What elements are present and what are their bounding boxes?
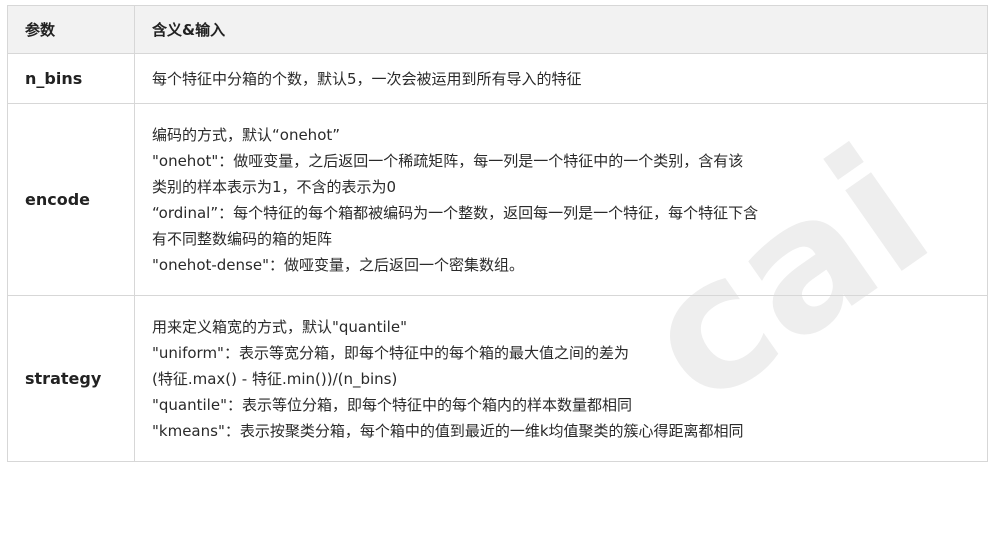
header-meaning: 含义&输入 xyxy=(134,5,988,54)
param-description: 编码的方式，默认“onehot” "onehot"：做哑变量，之后返回一个稀疏矩… xyxy=(134,103,988,296)
header-param: 参数 xyxy=(7,5,135,54)
table-row: encode 编码的方式，默认“onehot” "onehot"：做哑变量，之后… xyxy=(7,103,988,296)
param-name: n_bins xyxy=(7,53,135,104)
table-header-row: 参数 含义&输入 xyxy=(7,5,988,54)
description-line: 每个特征中分箱的个数，默认5，一次会被运用到所有导入的特征 xyxy=(152,69,582,88)
description-line: 有不同整数编码的箱的矩阵 xyxy=(152,229,333,248)
param-name: strategy xyxy=(7,295,135,462)
description-line: “ordinal”：每个特征的每个箱都被编码为一个整数，返回每一列是一个特征，每… xyxy=(152,203,759,222)
param-description: 用来定义箱宽的方式，默认"quantile" "uniform"：表示等宽分箱，… xyxy=(134,295,988,462)
param-name: encode xyxy=(7,103,135,296)
table-row: n_bins 每个特征中分箱的个数，默认5，一次会被运用到所有导入的特征 xyxy=(7,53,988,104)
description-line: "quantile"：表示等位分箱，即每个特征中的每个箱内的样本数量都相同 xyxy=(152,395,632,414)
description-line: "onehot"：做哑变量，之后返回一个稀疏矩阵，每一列是一个特征中的一个类别，… xyxy=(152,151,744,170)
table-row: strategy 用来定义箱宽的方式，默认"quantile" "uniform… xyxy=(7,295,988,462)
description-line: 编码的方式，默认“onehot” xyxy=(152,125,341,144)
description-line: 用来定义箱宽的方式，默认"quantile" xyxy=(152,317,407,336)
parameter-table: 参数 含义&输入 n_bins 每个特征中分箱的个数，默认5，一次会被运用到所有… xyxy=(7,5,988,462)
description-line: "kmeans"：表示按聚类分箱，每个箱中的值到最近的一维k均值聚类的簇心得距离… xyxy=(152,421,744,440)
description-line: "onehot-dense"：做哑变量，之后返回一个密集数组。 xyxy=(152,255,524,274)
description-line: "uniform"：表示等宽分箱，即每个特征中的每个箱的最大值之间的差为 xyxy=(152,343,629,362)
param-description: 每个特征中分箱的个数，默认5，一次会被运用到所有导入的特征 xyxy=(134,53,988,104)
description-line: (特征.max() - 特征.min())/(n_bins) xyxy=(152,369,398,388)
description-line: 类别的样本表示为1，不含的表示为0 xyxy=(152,177,397,196)
